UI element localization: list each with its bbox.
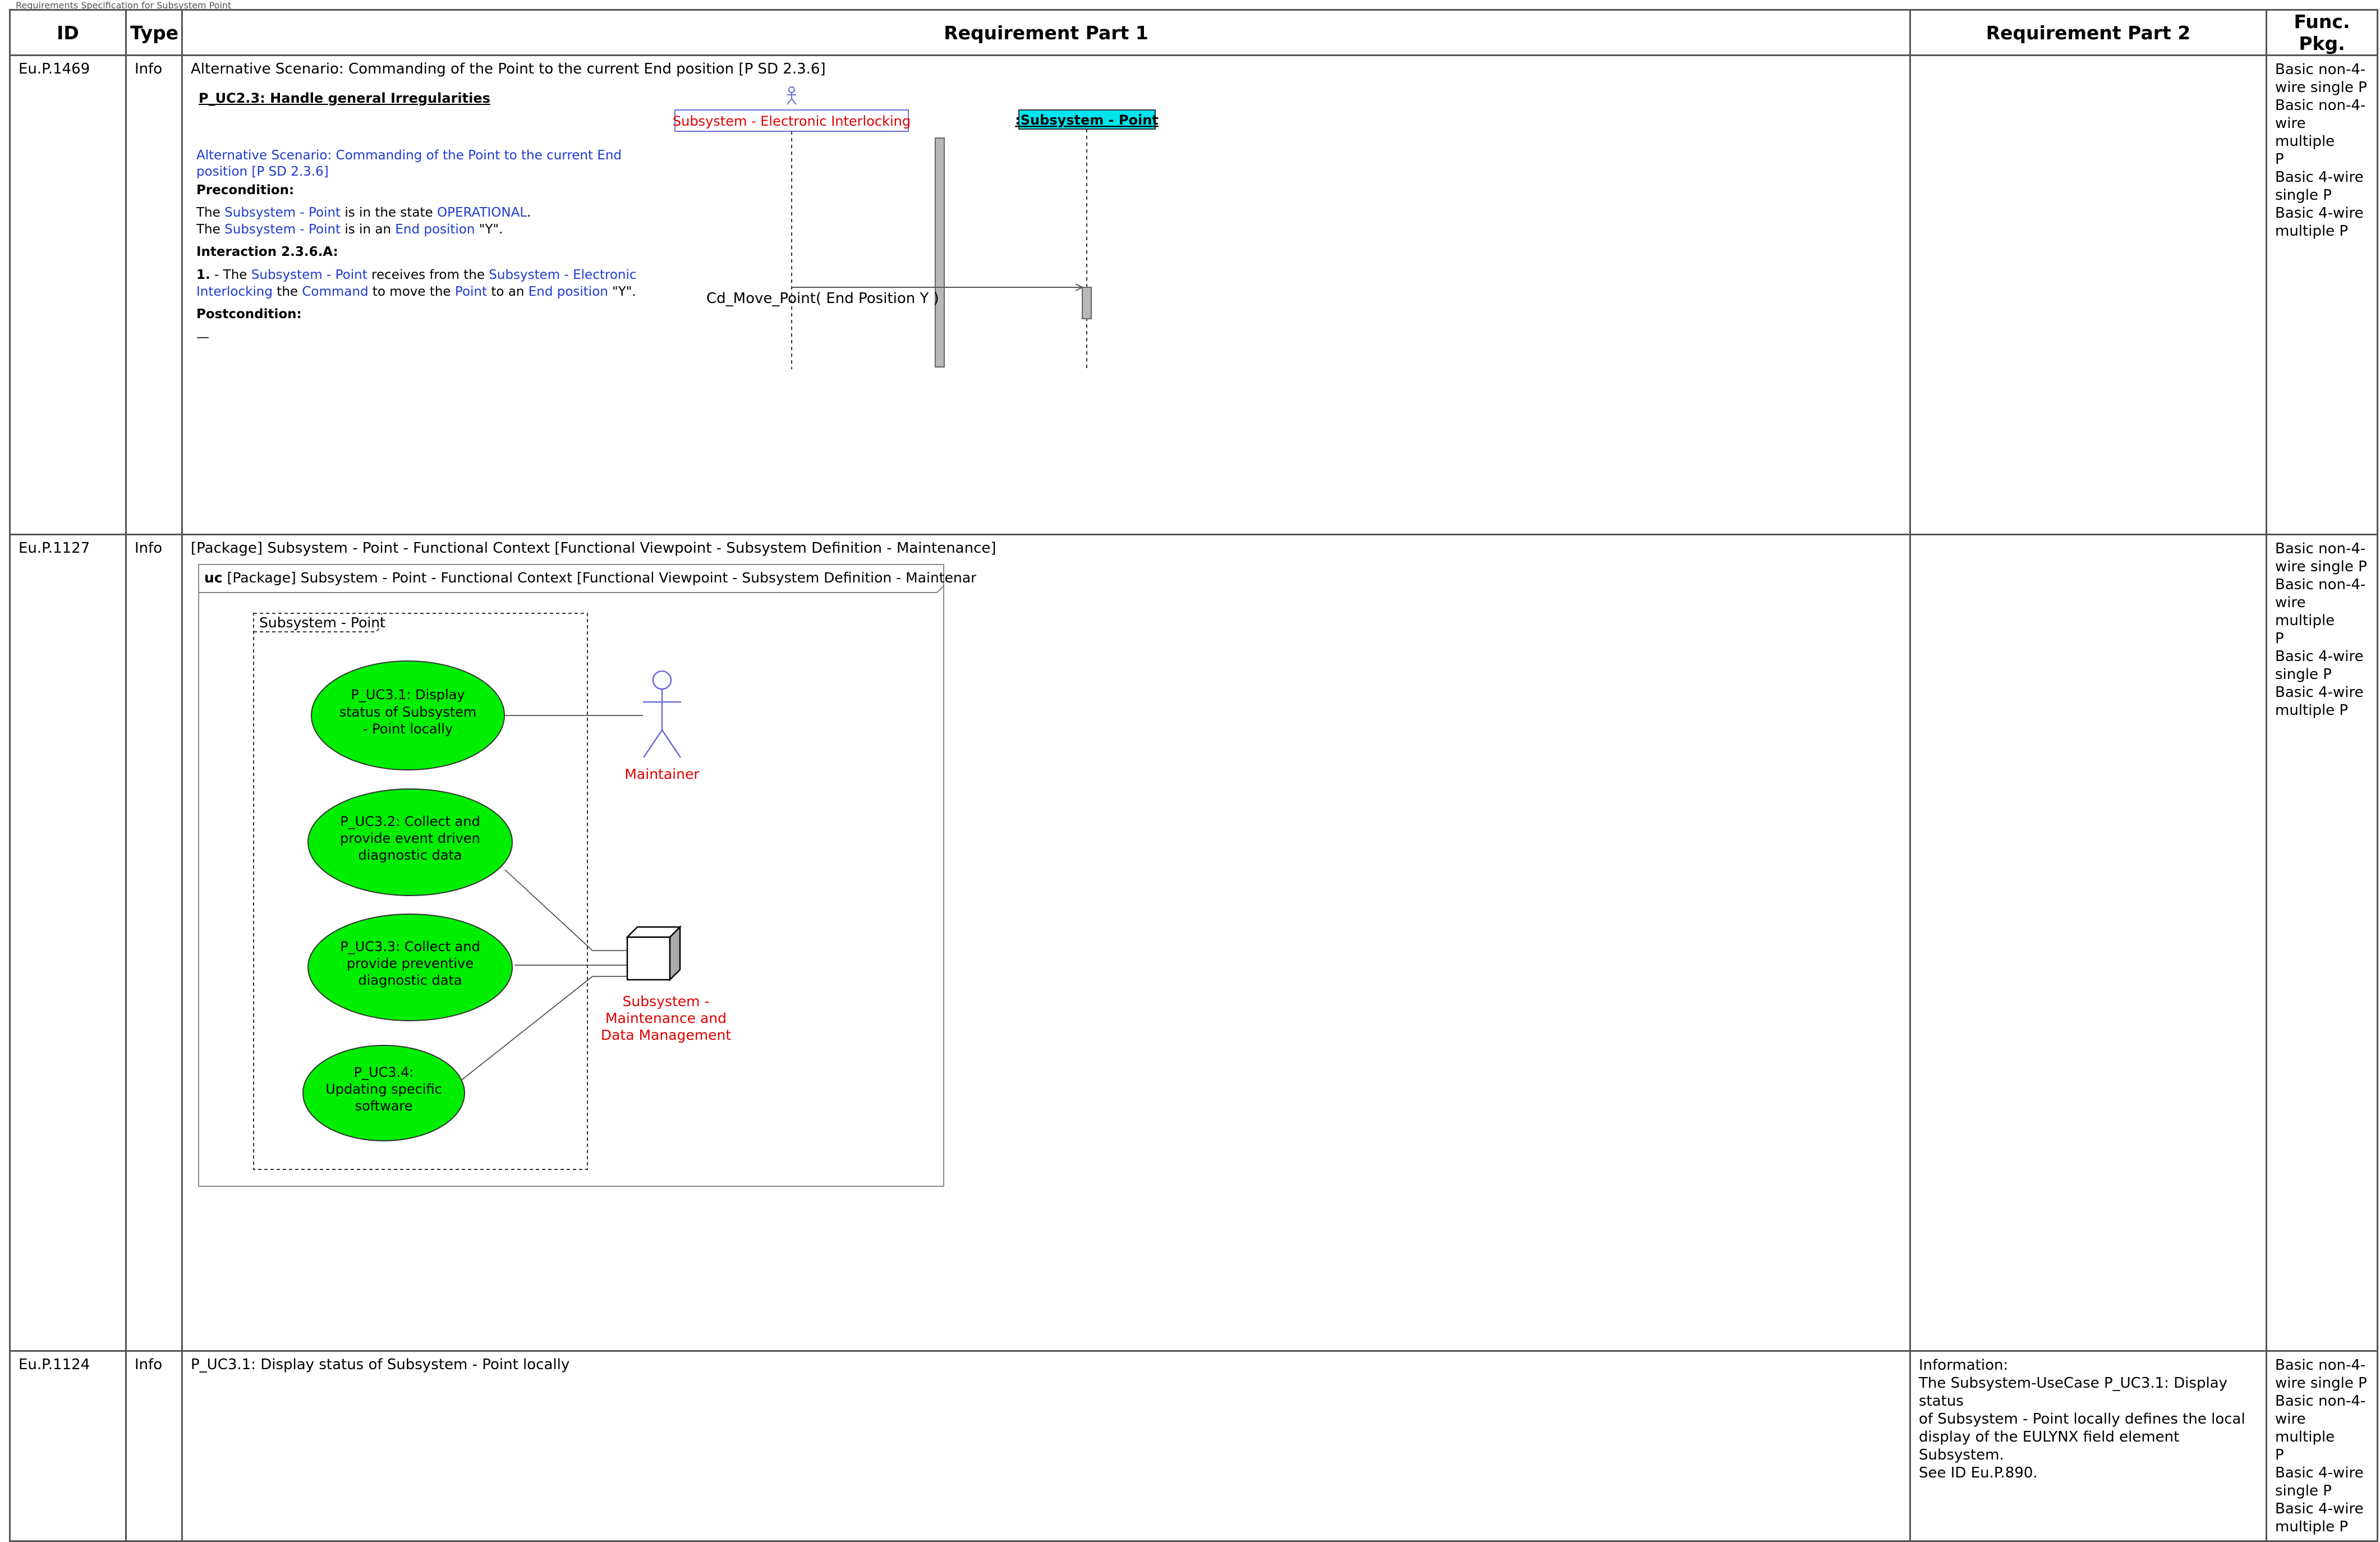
svg-text:P_UC3.1: Display: P_UC3.1: Display (351, 687, 465, 703)
svg-text:- Point locally: - Point locally (363, 721, 453, 737)
row-part2 (1909, 534, 2267, 1352)
svg-text:provide preventive: provide preventive (347, 956, 474, 971)
svg-text:software: software (355, 1098, 412, 1114)
column-header-type: Type (125, 9, 183, 56)
node-label-line1: Subsystem - (623, 993, 710, 1009)
svg-text:diagnostic data: diagnostic data (358, 972, 462, 988)
svg-text:provide event driven: provide event driven (340, 830, 480, 846)
row-func-pkg: Basic non-4- wire single P Basic non-4- wir… (2266, 1350, 2378, 1542)
row-part2 (1909, 54, 2267, 535)
row-part1: P_UC3.1: Display status of Subsystem - P… (181, 1350, 1911, 1542)
maintainer-label: Maintainer (624, 766, 700, 782)
row-part1: [Package] Subsystem - Point - Functional… (181, 534, 1911, 1352)
row-id: Eu.P.1127 (9, 534, 127, 1352)
column-header-part2: Requirement Part 2 (1909, 9, 2267, 56)
row-title: P_UC3.1: Display status of Subsystem - P… (191, 1356, 570, 1373)
message-label: Cd_Move_Point( End Position Y ) (706, 290, 939, 307)
table-row: Eu.P.1469 Info Alternative Scenario: Com… (9, 54, 2378, 535)
use-case-uc3-2: P_UC3.2: Collect and provide event drive… (307, 788, 513, 896)
lifeline-label-interlocking: Subsystem - Electronic Interlocking (673, 113, 911, 129)
svg-text:P_UC3.4:: P_UC3.4: (353, 1064, 413, 1080)
header-row: ID Type Requirement Part 1 Requirement P… (9, 9, 2378, 56)
row-type: Info (125, 534, 183, 1352)
svg-text:P_UC3.3: Collect and: P_UC3.3: Collect and (340, 939, 480, 954)
sequence-diagram-graphics: Subsystem - Electronic Interlocking :Sub… (673, 86, 1159, 369)
uc-frame-title: uc [Package] Subsystem - Point - Functio… (204, 570, 976, 586)
activation-bar-point (1082, 287, 1092, 319)
column-header-id: ID (9, 9, 127, 56)
row-id: Eu.P.1124 (9, 1350, 127, 1542)
use-case-uc3-3: P_UC3.3: Collect and provide preventive … (307, 914, 513, 1021)
node-label-line2: Maintenance and (605, 1010, 727, 1026)
node-label-line3: Data Management (601, 1027, 732, 1043)
system-boundary-label: Subsystem - Point (259, 614, 385, 631)
table-row: Eu.P.1124 Info P_UC3.1: Display status o… (9, 1350, 2378, 1542)
requirements-table: ID Type Requirement Part 1 Requirement P… (9, 9, 2378, 1542)
row-part2: Information: The Subsystem-UseCase P_UC3.… (1909, 1350, 2267, 1542)
node-icon (625, 925, 682, 982)
row-type: Info (125, 54, 183, 535)
row-id: Eu.P.1469 (9, 54, 127, 535)
svg-text:diagnostic data: diagnostic data (358, 847, 462, 863)
row-part1: Alternative Scenario: Commanding of the … (181, 54, 1911, 535)
svg-text:Updating specific: Updating specific (325, 1081, 442, 1097)
actor-icon (787, 86, 797, 105)
column-header-part1: Requirement Part 1 (181, 9, 1911, 56)
svg-text:P_UC3.2: Collect and: P_UC3.2: Collect and (340, 814, 480, 829)
svg-text:status of Subsystem: status of Subsystem (339, 704, 477, 720)
column-header-func-pkg: Func. Pkg. (2266, 9, 2378, 56)
use-case-diagram: uc [Package] Subsystem - Point - Functio… (198, 564, 976, 1187)
row-type: Info (125, 1350, 183, 1542)
lifeline-label-point: :Subsystem - Point (1015, 112, 1159, 128)
use-case-uc3-4: P_UC3.4: Updating specific software (302, 1045, 465, 1141)
use-case-uc3-1: P_UC3.1: Display status of Subsystem - P… (311, 660, 505, 770)
activation-bar-main (935, 137, 945, 368)
row-func-pkg: Basic non-4- wire single P Basic non-4- wir… (2266, 534, 2378, 1352)
row-func-pkg: Basic non-4- wire single P Basic non-4- wir… (2266, 54, 2378, 535)
table-row: Eu.P.1127 Info [Package] Subsystem - Poi… (9, 534, 2378, 1352)
